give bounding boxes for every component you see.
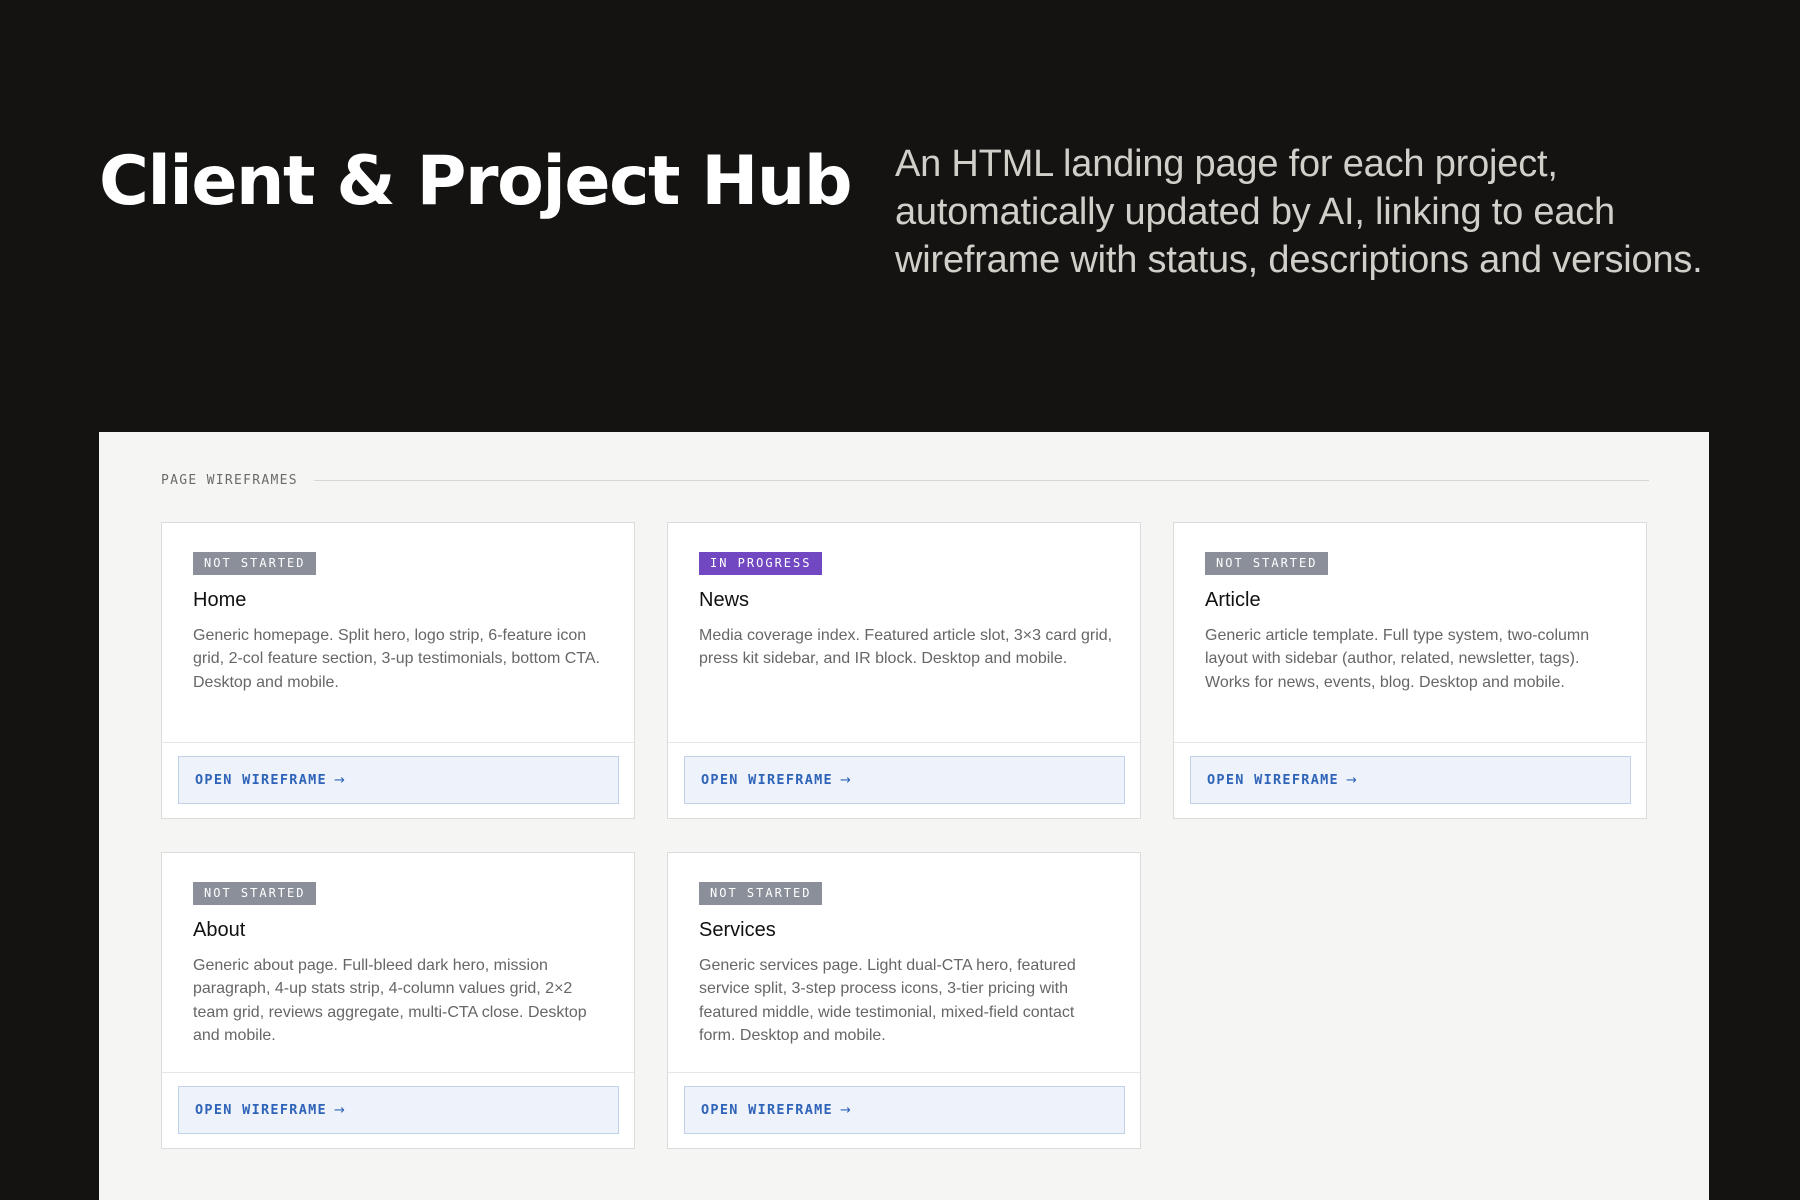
open-wireframe-label: OPEN WIREFRAME (1207, 772, 1339, 788)
open-wireframe-label: OPEN WIREFRAME (195, 1102, 327, 1118)
wireframes-panel: PAGE WIREFRAMES NOT STARTED Home Generic… (99, 432, 1709, 1200)
wireframe-card-article: NOT STARTED Article Generic article temp… (1173, 522, 1647, 819)
page-title: Client & Project Hub (99, 142, 853, 221)
open-wireframe-button-article[interactable]: OPEN WIREFRAME → (1190, 756, 1631, 804)
section-header: PAGE WIREFRAMES (161, 473, 1649, 488)
open-wireframe-button-about[interactable]: OPEN WIREFRAME → (178, 1086, 619, 1134)
status-badge: NOT STARTED (699, 882, 823, 905)
open-wireframe-button-news[interactable]: OPEN WIREFRAME → (684, 756, 1125, 804)
card-body: NOT STARTED Services Generic services pa… (668, 853, 1140, 1073)
card-body: NOT STARTED About Generic about page. Fu… (162, 853, 634, 1073)
card-title: Services (699, 919, 776, 941)
open-wireframe-label: OPEN WIREFRAME (701, 772, 833, 788)
card-title: Article (1205, 589, 1261, 611)
card-description: Generic services page. Light dual-CTA he… (699, 957, 1076, 1044)
open-wireframe-label: OPEN WIREFRAME (195, 772, 327, 788)
arrow-right-icon: → (840, 1102, 853, 1118)
wireframe-card-about: NOT STARTED About Generic about page. Fu… (161, 852, 635, 1149)
card-body: NOT STARTED Home Generic homepage. Split… (162, 523, 634, 743)
open-wireframe-button-home[interactable]: OPEN WIREFRAME → (178, 756, 619, 804)
card-body: NOT STARTED Article Generic article temp… (1174, 523, 1646, 743)
card-description: Generic homepage. Split hero, logo strip… (193, 627, 600, 691)
arrow-right-icon: → (334, 772, 347, 788)
card-title: Home (193, 589, 247, 611)
arrow-right-icon: → (840, 772, 853, 788)
arrow-right-icon: → (334, 1102, 347, 1118)
card-description: Generic about page. Full-bleed dark hero… (193, 957, 587, 1044)
card-body: IN PROGRESS News Media coverage index. F… (668, 523, 1140, 743)
arrow-right-icon: → (1346, 772, 1359, 788)
status-badge: NOT STARTED (1205, 552, 1329, 575)
card-title: About (193, 919, 246, 941)
wireframe-card-services: NOT STARTED Services Generic services pa… (667, 852, 1141, 1149)
section-divider (313, 480, 1649, 481)
section-label: PAGE WIREFRAMES (161, 473, 298, 488)
page-description: An HTML landing page for each project, a… (895, 143, 1703, 281)
status-badge: NOT STARTED (193, 552, 317, 575)
open-wireframe-button-services[interactable]: OPEN WIREFRAME → (684, 1086, 1125, 1134)
wireframe-card-news: IN PROGRESS News Media coverage index. F… (667, 522, 1141, 819)
card-description: Media coverage index. Featured article s… (699, 627, 1113, 668)
card-description: Generic article template. Full type syst… (1205, 627, 1590, 691)
status-badge: NOT STARTED (193, 882, 317, 905)
card-title: News (699, 589, 750, 611)
wireframe-card-home: NOT STARTED Home Generic homepage. Split… (161, 522, 635, 819)
open-wireframe-label: OPEN WIREFRAME (701, 1102, 833, 1118)
status-badge: IN PROGRESS (699, 552, 823, 575)
